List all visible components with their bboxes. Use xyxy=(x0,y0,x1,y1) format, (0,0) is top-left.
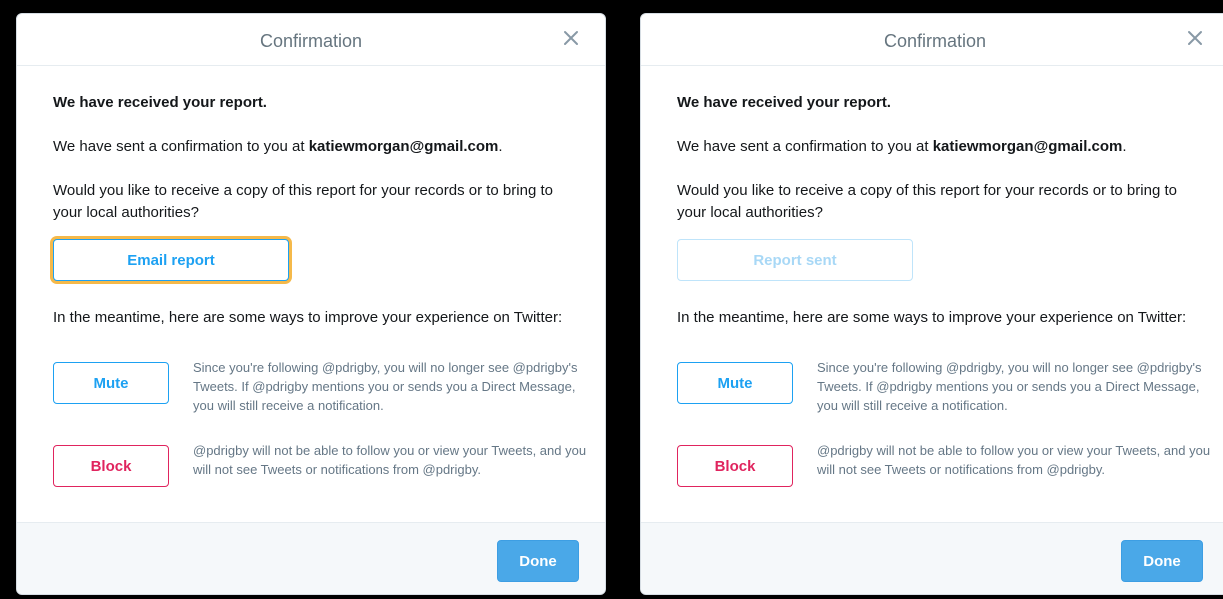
dialog-header: Confirmation xyxy=(641,14,1223,66)
block-description: @pdrigby will not be able to follow you … xyxy=(193,443,587,477)
block-description: @pdrigby will not be able to follow you … xyxy=(817,443,1211,477)
sent-prefix: We have sent a confirmation to you at xyxy=(677,138,929,155)
sent-suffix: . xyxy=(1122,138,1127,155)
dialog-footer: Done xyxy=(641,522,1223,594)
done-button[interactable]: Done xyxy=(497,540,579,582)
report-sent-button: Report sent xyxy=(677,239,913,281)
email-address: katiewmorgan@gmail.com xyxy=(932,138,1123,155)
report-received-heading: We have received your report. xyxy=(53,94,267,111)
done-button[interactable]: Done xyxy=(1121,540,1203,582)
confirmation-dialog-email-report: Confirmation We have received your repor… xyxy=(16,13,606,595)
screenshot-stage: Confirmation We have received your repor… xyxy=(0,0,1223,599)
mute-button[interactable]: Mute xyxy=(53,362,169,404)
close-icon[interactable] xyxy=(1183,26,1207,50)
confirmation-sent-text: We have sent a confirmation to you at ka… xyxy=(53,138,503,155)
mute-description: Since you're following @pdrigby, you wil… xyxy=(193,360,578,413)
close-icon[interactable] xyxy=(559,26,583,50)
meantime-text: In the meantime, here are some ways to i… xyxy=(677,309,1187,326)
confirmation-sent-text: We have sent a confirmation to you at ka… xyxy=(677,138,1127,155)
report-received-heading: We have received your report. xyxy=(677,94,891,111)
email-report-button[interactable]: Email report xyxy=(53,239,289,281)
report-copy-question: Would you like to receive a copy of this… xyxy=(677,182,1177,221)
dialog-footer: Done xyxy=(17,522,605,594)
confirmation-dialog-report-sent: Confirmation We have received your repor… xyxy=(640,13,1223,595)
report-copy-question: Would you like to receive a copy of this… xyxy=(53,182,553,221)
mute-button[interactable]: Mute xyxy=(677,362,793,404)
mute-description: Since you're following @pdrigby, you wil… xyxy=(817,360,1202,413)
sent-suffix: . xyxy=(498,138,503,155)
block-button[interactable]: Block xyxy=(53,445,169,487)
dialog-header: Confirmation xyxy=(17,14,605,66)
dialog-title: Confirmation xyxy=(259,31,363,51)
dialog-title: Confirmation xyxy=(883,31,987,51)
email-address: katiewmorgan@gmail.com xyxy=(308,138,499,155)
sent-prefix: We have sent a confirmation to you at xyxy=(53,138,305,155)
block-button[interactable]: Block xyxy=(677,445,793,487)
meantime-text: In the meantime, here are some ways to i… xyxy=(53,309,563,326)
